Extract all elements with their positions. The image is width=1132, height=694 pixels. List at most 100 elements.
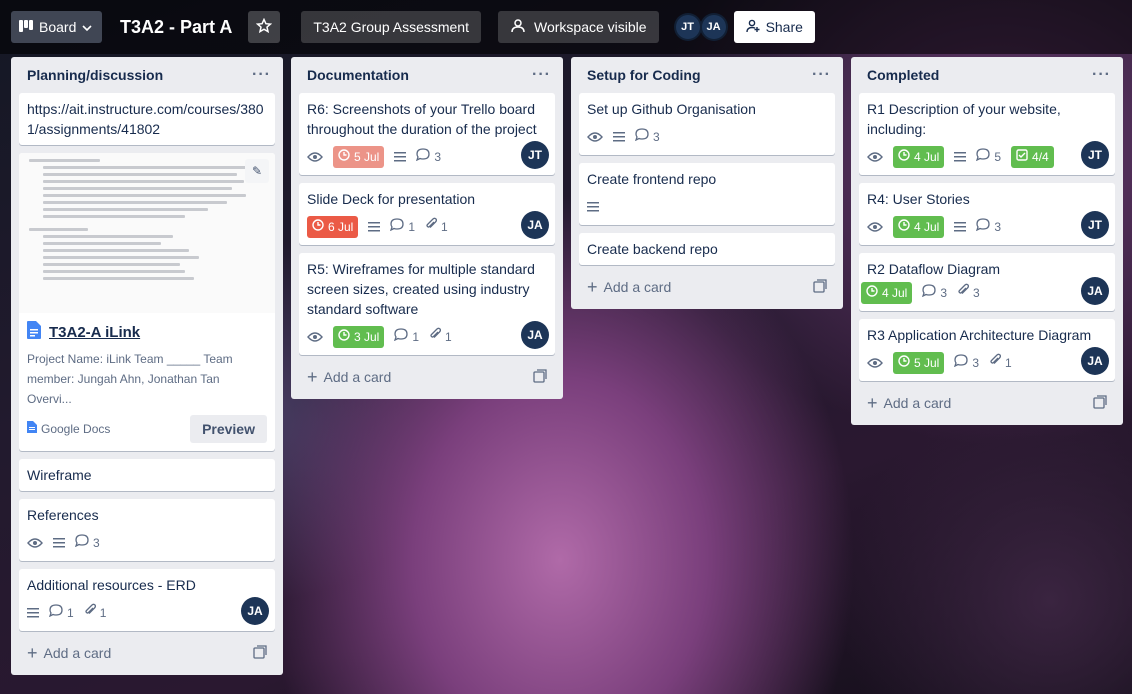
visibility-button[interactable]: Workspace visible [498, 11, 659, 43]
card-title: https://ait.instructure.com/courses/3801… [27, 101, 264, 137]
list-title[interactable]: Documentation [307, 67, 409, 83]
card-slide-deck[interactable]: Slide Deck for presentation 6 Jul 1 1 JA [299, 183, 555, 245]
list-menu-icon[interactable]: ··· [532, 66, 551, 84]
card-badges: 3 [27, 531, 267, 555]
paperclip-icon [957, 283, 970, 303]
board-view-button[interactable]: Board [11, 11, 102, 43]
card-r1-description[interactable]: R1 Description of your website, includin… [859, 93, 1115, 175]
eye-icon [867, 151, 883, 163]
card-member-avatar[interactable]: JA [1081, 277, 1109, 305]
due-date-badge[interactable]: 6 Jul [307, 216, 359, 238]
card-member-avatar[interactable]: JT [1081, 141, 1109, 169]
add-card-button[interactable]: + Add a card [19, 639, 275, 667]
due-date-badge[interactable]: 5 Jul [333, 146, 385, 168]
card-r4-user-stories[interactable]: R4: User Stories 4 Jul 3 JT [859, 183, 1115, 245]
checkbox-icon [1016, 147, 1028, 167]
share-button[interactable]: Share [733, 11, 815, 43]
doc-source: Google Docs [27, 419, 110, 439]
card-title: Create backend repo [587, 241, 718, 257]
add-card-label: Add a card [603, 279, 672, 295]
comment-icon [394, 327, 409, 347]
member-avatar-jt[interactable]: JT [673, 13, 702, 41]
card-badges: 1 1 [27, 601, 267, 625]
card-title: R4: User Stories [867, 191, 970, 207]
card-member-avatar[interactable]: JA [521, 211, 549, 239]
create-from-template-icon[interactable] [813, 278, 827, 296]
card-additional-resources-erd[interactable]: Additional resources - ERD 1 1 JA [19, 569, 275, 631]
comments-badge: 3 [416, 147, 441, 167]
clock-icon [312, 217, 324, 237]
card-member-avatar[interactable]: JA [241, 597, 269, 625]
comment-icon [922, 283, 937, 303]
list-title[interactable]: Completed [867, 67, 939, 83]
attachments-badge: 1 [989, 353, 1012, 373]
board-header: Board T3A2 - Part A T3A2 Group Assessmen… [0, 0, 1132, 54]
card-badges: 4 Jul 3 3 [861, 281, 1107, 305]
star-icon [256, 17, 273, 37]
card-r6-screenshots[interactable]: R6: Screenshots of your Trello board thr… [299, 93, 555, 175]
card-badges: 6 Jul 1 1 [307, 215, 547, 239]
chevron-down-icon [82, 19, 92, 35]
card-r2-dataflow-diagram[interactable]: R2 Dataflow Diagram 4 Jul 3 3 JA [859, 253, 1115, 311]
list-menu-icon[interactable]: ··· [252, 66, 271, 84]
add-card-button[interactable]: + Add a card [859, 389, 1115, 417]
create-from-template-icon[interactable] [533, 368, 547, 386]
list-menu-icon[interactable]: ··· [812, 66, 831, 84]
card-r5-wireframes[interactable]: R5: Wireframes for multiple standard scr… [299, 253, 555, 355]
card-create-frontend-repo[interactable]: Create frontend repo [579, 163, 835, 225]
card-github-organisation[interactable]: Set up Github Organisation 3 [579, 93, 835, 155]
card-badges: 4 Jul 5 4/4 [867, 145, 1107, 169]
comment-count: 1 [412, 330, 420, 344]
comment-count: 3 [972, 356, 980, 370]
due-date-badge[interactable]: 4 Jul [861, 282, 913, 304]
card-member-avatar[interactable]: JT [521, 141, 549, 169]
card-title: R5: Wireframes for multiple standard scr… [307, 261, 535, 317]
add-card-button[interactable]: + Add a card [299, 363, 555, 391]
star-button[interactable] [248, 11, 281, 43]
card-google-doc[interactable]: ✎ T3A2-A iLink Project Name: iLink Team … [19, 153, 275, 451]
doc-title[interactable]: T3A2-A iLink [49, 323, 140, 343]
comment-count: 3 [994, 220, 1002, 234]
edit-pencil-icon[interactable]: ✎ [245, 159, 269, 183]
card-member-avatar[interactable]: JA [521, 321, 549, 349]
comments-badge: 3 [922, 283, 947, 303]
preview-button[interactable]: Preview [190, 415, 267, 443]
card-create-backend-repo[interactable]: Create backend repo [579, 233, 835, 265]
card-references[interactable]: References 3 [19, 499, 275, 561]
card-wireframe[interactable]: Wireframe [19, 459, 275, 491]
eye-icon [307, 151, 323, 163]
doc-description: Project Name: iLink Team _____ Team memb… [27, 352, 233, 406]
member-avatar-ja[interactable]: JA [699, 13, 728, 41]
list-title[interactable]: Setup for Coding [587, 67, 701, 83]
comments-badge: 3 [634, 127, 660, 147]
card-r3-architecture-diagram[interactable]: R3 Application Architecture Diagram 5 Ju… [859, 319, 1115, 381]
create-from-template-icon[interactable] [1093, 394, 1107, 412]
due-date-badge[interactable]: 4 Jul [893, 146, 945, 168]
description-icon [587, 201, 599, 213]
paperclip-icon [84, 603, 96, 623]
comment-icon [954, 353, 969, 373]
board-title[interactable]: T3A2 - Part A [120, 17, 232, 38]
card-title: Additional resources - ERD [27, 577, 196, 593]
card-title: R2 Dataflow Diagram [867, 261, 1001, 277]
comment-icon [48, 603, 63, 623]
comments-badge: 3 [954, 353, 979, 373]
comment-icon [976, 147, 991, 167]
due-date-badge[interactable]: 3 Jul [333, 326, 385, 348]
clock-icon [338, 327, 350, 347]
comments-badge: 3 [976, 217, 1001, 237]
add-card-button[interactable]: + Add a card [579, 273, 835, 301]
workspace-button[interactable]: T3A2 Group Assessment [301, 11, 481, 43]
card-title: R6: Screenshots of your Trello board thr… [307, 101, 537, 137]
attachments-badge: 1 [84, 603, 106, 623]
doc-title-row: T3A2-A iLink [27, 321, 267, 345]
list-menu-icon[interactable]: ··· [1092, 66, 1111, 84]
card-member-avatar[interactable]: JA [1081, 347, 1109, 375]
description-icon [53, 537, 65, 549]
card-member-avatar[interactable]: JT [1081, 211, 1109, 239]
due-date-badge[interactable]: 5 Jul [893, 352, 945, 374]
card-assignment-link[interactable]: https://ait.instructure.com/courses/3801… [19, 93, 275, 145]
create-from-template-icon[interactable] [253, 644, 267, 662]
list-title[interactable]: Planning/discussion [27, 67, 163, 83]
due-date-badge[interactable]: 4 Jul [893, 216, 945, 238]
